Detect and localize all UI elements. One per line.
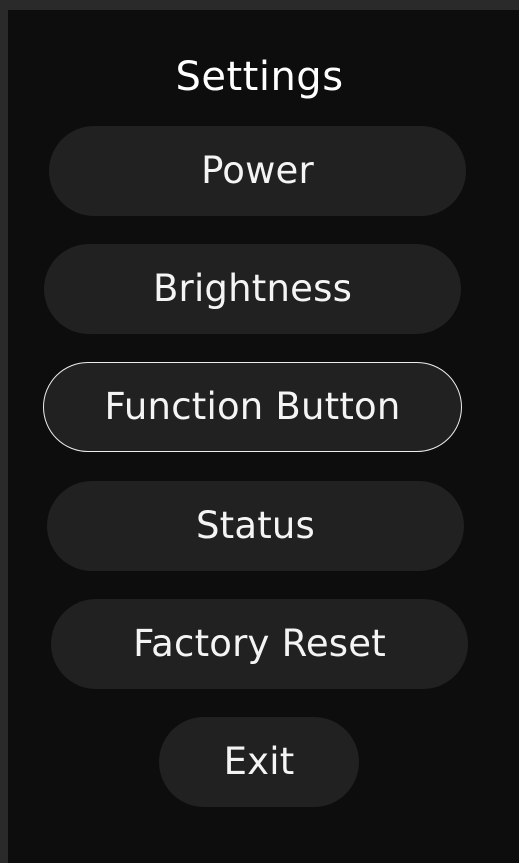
power-button[interactable]: Power <box>49 126 466 216</box>
status-button-label: Status <box>195 504 316 547</box>
settings-screen: Settings Power Brightness Function Butto… <box>8 10 519 863</box>
factory-reset-button[interactable]: Factory Reset <box>51 599 468 689</box>
function-button-label: Function Button <box>104 385 401 428</box>
factory-reset-button-label: Factory Reset <box>133 622 386 665</box>
page-title: Settings <box>175 54 344 100</box>
brightness-button[interactable]: Brightness <box>44 244 461 334</box>
exit-button[interactable]: Exit <box>159 717 359 807</box>
status-button[interactable]: Status <box>47 481 464 571</box>
power-button-label: Power <box>201 149 314 192</box>
exit-button-label: Exit <box>223 740 295 783</box>
brightness-button-label: Brightness <box>152 267 353 310</box>
function-button-button[interactable]: Function Button <box>43 362 462 452</box>
